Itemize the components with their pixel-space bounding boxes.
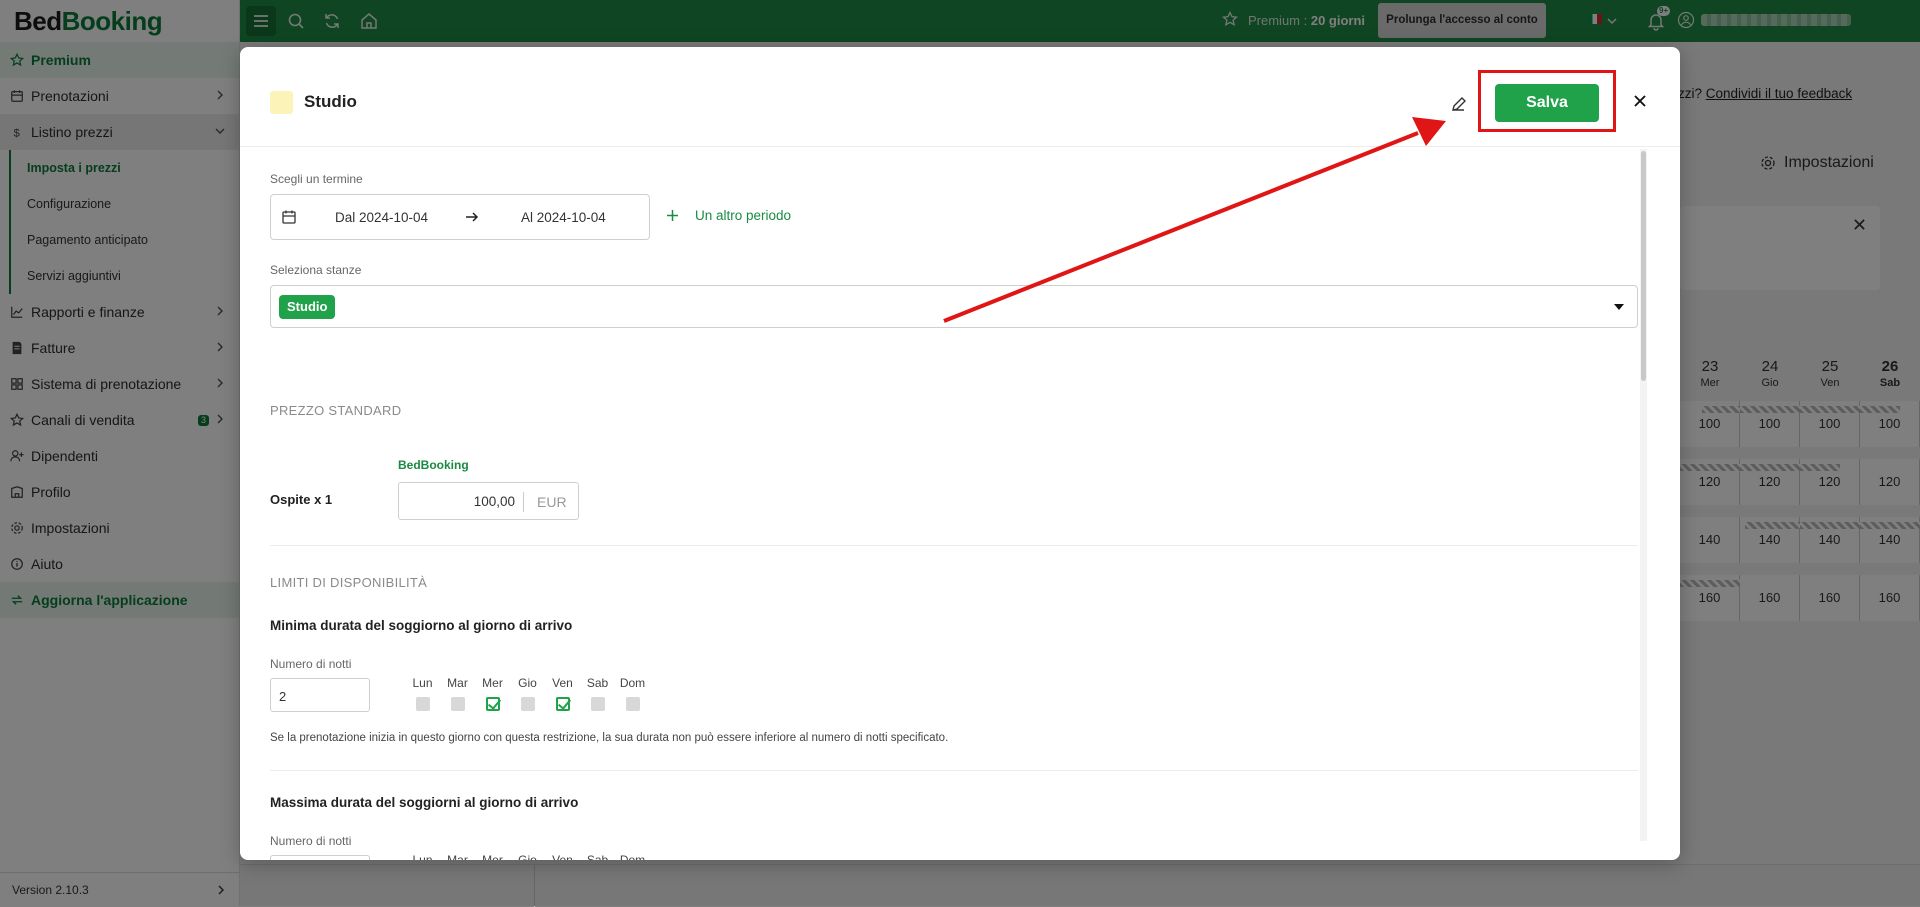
date-range-picker[interactable]: Dal 2024-10-04 Al 2024-10-04 [270,194,650,240]
weekday-label: Ven [552,676,573,690]
weekday-label: Mer [482,676,503,690]
weekday-label: Ven [552,853,573,860]
min-stay-day-sab: Sab [580,676,615,711]
min-stay-day-gio: Gio [510,676,545,711]
price-value[interactable]: 100,00 [399,494,515,509]
term-label: Scegli un termine [270,172,363,186]
min-stay-checkbox-mer[interactable] [485,697,500,711]
min-stay-title: Minima durata del soggiorno al giorno di… [270,618,573,633]
min-stay-note: Se la prenotazione inizia in questo gior… [270,732,949,744]
nights-label: Numero di notti [270,657,352,671]
standard-price-heading: PREZZO STANDARD [270,403,402,418]
pencil-icon[interactable] [1450,96,1467,113]
max-stay-day-lun: Lun [405,853,440,860]
caret-down-icon[interactable] [1613,302,1625,312]
price-input[interactable]: 100,00 EUR [398,482,579,520]
min-stay-day-mer: Mer [475,676,510,711]
min-stay-day-lun: Lun [405,676,440,711]
channel-name: BedBooking [398,458,469,472]
price-edit-modal: Studio Salva Scegli un termine Dal 2024-… [240,47,1680,860]
weekday-label: Sab [586,676,609,690]
modal-header: Studio Salva [240,47,1680,147]
divider [270,545,1638,546]
currency-label: EUR [537,494,567,510]
min-stay-checkbox-dom[interactable] [625,697,640,711]
weekday-label: Dom [619,853,646,860]
weekday-label: Gio [518,853,537,860]
modal-scrollbar[interactable] [1640,149,1647,841]
min-stay-checkbox-gio[interactable] [520,697,535,711]
max-stay-day-dom: Dom [615,853,650,860]
room-select[interactable]: Studio [270,285,1638,328]
scrollbar-thumb[interactable] [1641,151,1646,381]
weekday-label: Gio [518,676,537,690]
max-stay-day-ven: Ven [545,853,580,860]
max-stay-title: Massima durata del soggiorni al giorno d… [270,795,579,810]
weekday-label: Lun [412,676,433,690]
min-stay-weekday-checkboxes: Lun Mar Mer Gio Ven Sab Dom [405,676,650,711]
max-stay-day-mar: Mar [440,853,475,860]
room-color-swatch [270,91,293,114]
max-stay-day-gio: Gio [510,853,545,860]
guest-label: Ospite x 1 [270,492,333,507]
annotation-highlight-box [1478,70,1616,132]
weekday-label: Lun [412,853,433,860]
modal-body: Scegli un termine Dal 2024-10-04 Al 2024… [270,147,1638,860]
weekday-label: Mar [447,676,468,690]
min-stay-day-dom: Dom [615,676,650,711]
arrow-right-icon [465,210,479,224]
weekday-label: Sab [586,853,609,860]
weekday-label: Mer [482,853,503,860]
plus-icon [666,209,679,222]
availability-heading: LIMITI DI DISPONIBILITÀ [270,575,428,590]
weekday-label: Mar [447,853,468,860]
nights-label: Numero di notti [270,834,352,848]
min-stay-checkbox-mar[interactable] [450,697,465,711]
close-icon[interactable] [1632,93,1648,109]
divider [270,770,1638,771]
min-stay-day-mar: Mar [440,676,475,711]
date-from-value[interactable]: Dal 2024-10-04 [335,210,428,225]
room-tag[interactable]: Studio [279,295,336,319]
calendar-icon [281,209,297,225]
max-stay-weekday-checkboxes: Lun Mar Mer Gio Ven Sab Dom [405,853,650,860]
rooms-label: Seleziona stanze [270,263,362,277]
min-stay-checkbox-lun[interactable] [415,697,430,711]
date-to-value[interactable]: Al 2024-10-04 [521,210,606,225]
min-stay-checkbox-ven[interactable] [555,697,570,711]
min-nights-input[interactable]: 2 [270,678,370,712]
max-stay-day-mer: Mer [475,853,510,860]
max-nights-input[interactable]: 1 [270,855,370,860]
add-period-label: Un altro periodo [695,208,792,223]
min-stay-day-ven: Ven [545,676,580,711]
add-period-button[interactable]: Un altro periodo [666,208,791,223]
max-stay-day-sab: Sab [580,853,615,860]
weekday-label: Dom [619,676,646,690]
min-stay-checkbox-sab[interactable] [590,697,605,711]
modal-title: Studio [304,92,357,111]
